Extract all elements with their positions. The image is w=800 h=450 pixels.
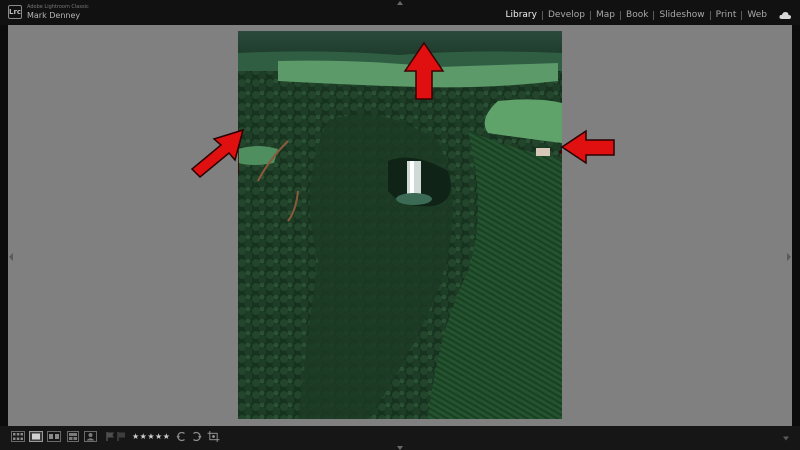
people-view-icon[interactable] [84, 431, 97, 442]
module-develop[interactable]: Develop [543, 8, 590, 22]
module-web[interactable]: Web [742, 8, 772, 22]
survey-view-icon[interactable] [67, 431, 79, 442]
cloud-icon[interactable] [779, 11, 791, 19]
module-book[interactable]: Book [621, 8, 653, 22]
module-library[interactable]: Library [500, 8, 541, 22]
module-picker: Library Develop Map Book Slideshow Print… [500, 8, 791, 22]
right-panel-toggle-icon[interactable] [787, 253, 791, 261]
lightroom-logo-icon: Lrc [8, 5, 22, 19]
module-print[interactable]: Print [711, 8, 742, 22]
rotate-right-icon[interactable] [191, 431, 202, 442]
rotate-left-icon[interactable] [176, 431, 187, 442]
flag-icon[interactable] [106, 431, 115, 442]
aerial-forest-photo [238, 31, 562, 419]
star-rating[interactable]: ★★★★★ [132, 432, 170, 442]
top-panel-toggle-icon[interactable] [397, 1, 403, 5]
loupe-view-icon[interactable] [29, 431, 43, 442]
module-map[interactable]: Map [591, 8, 620, 22]
flag-reject-icon[interactable] [117, 431, 126, 442]
module-slideshow[interactable]: Slideshow [654, 8, 709, 22]
grid-view-icon[interactable] [11, 431, 25, 442]
compare-view-icon[interactable] [47, 431, 61, 442]
photo-preview[interactable] [238, 31, 562, 419]
annotation-arrow-right [560, 129, 615, 165]
crop-overlay-icon[interactable] [207, 431, 220, 442]
left-panel-toggle-icon[interactable] [9, 253, 13, 261]
toolbar-menu-chevron-icon[interactable] [782, 433, 790, 444]
product-name: Adobe Lightroom Classic [27, 4, 89, 10]
loupe-view-canvas[interactable] [8, 25, 792, 426]
module-bar: Lrc Adobe Lightroom Classic Mark Denney … [0, 0, 800, 25]
annotation-arrow-left [190, 128, 245, 179]
bottom-panel-toggle-icon[interactable] [397, 446, 403, 450]
user-name: Mark Denney [27, 11, 81, 20]
identity-plate[interactable]: Adobe Lightroom Classic Mark Denney [27, 4, 89, 21]
